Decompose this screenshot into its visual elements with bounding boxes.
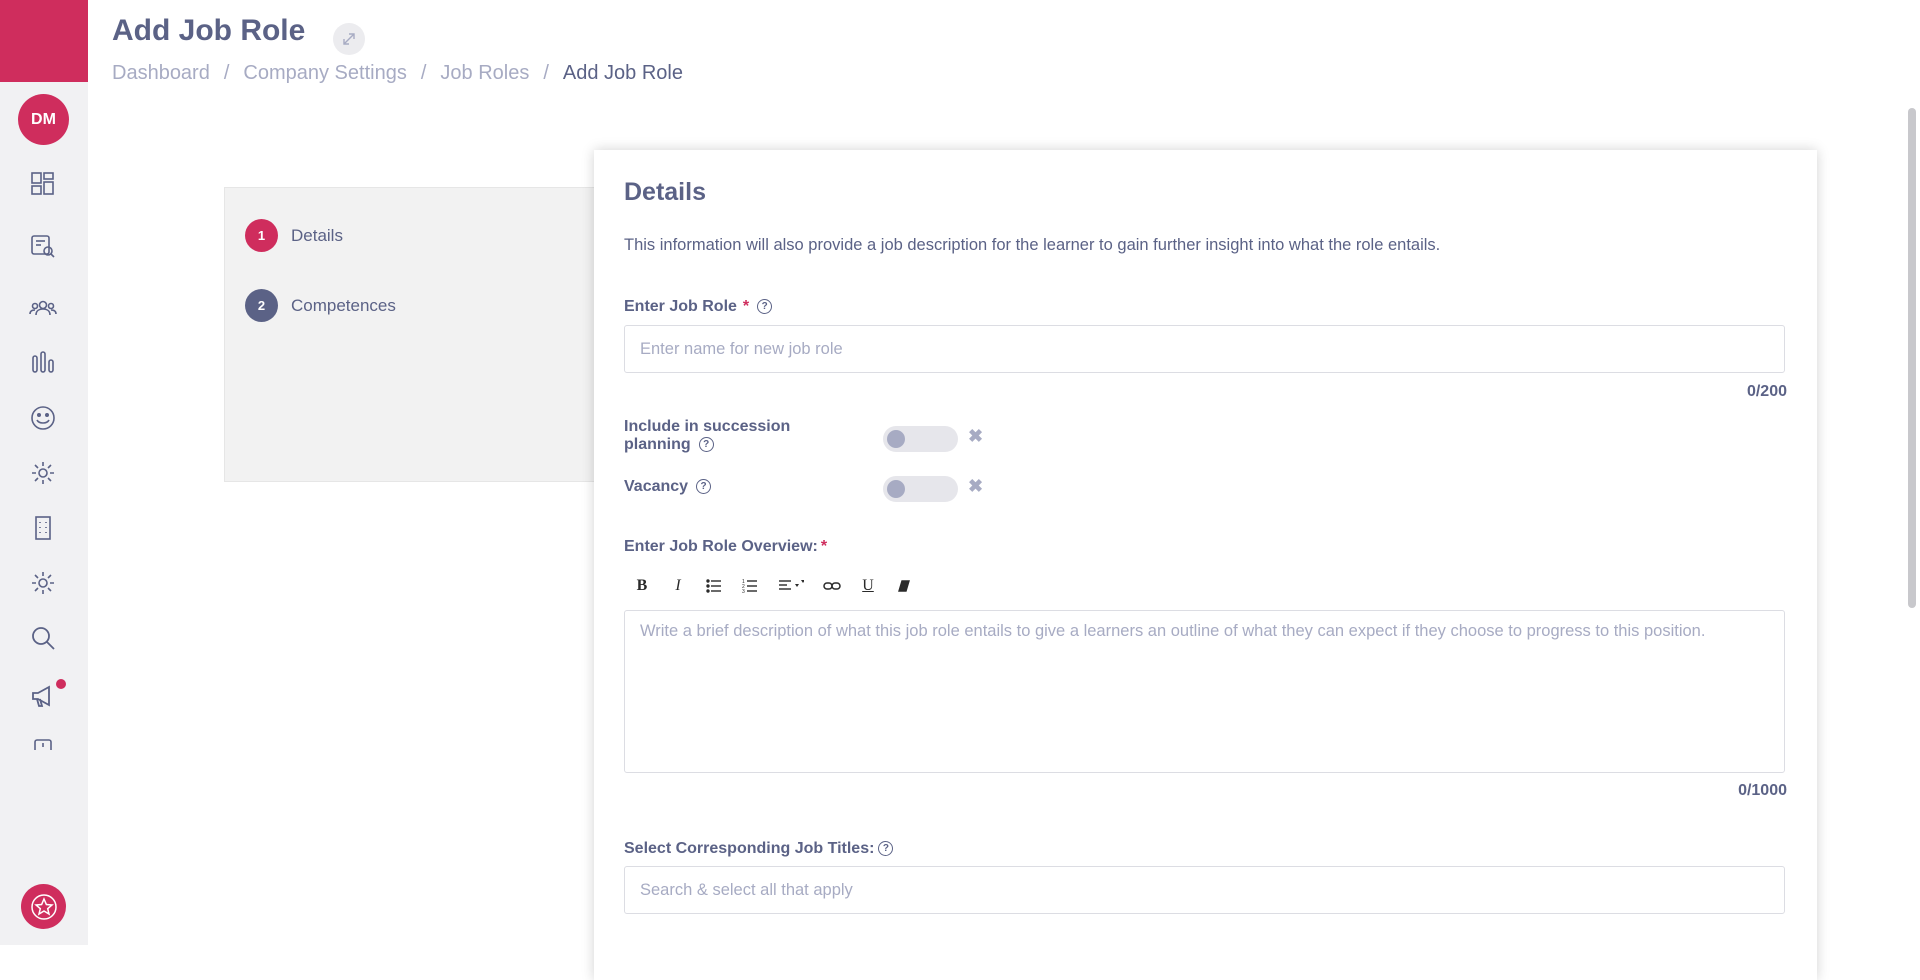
overview-label: Enter Job Role Overview: * (624, 538, 828, 555)
notification-dot (56, 679, 66, 689)
details-card: Details This information will also provi… (594, 150, 1817, 980)
star-badge-icon[interactable] (21, 884, 66, 929)
card-description: This information will also provide a job… (624, 236, 1441, 254)
breadcrumb-company-settings[interactable]: Company Settings (243, 62, 406, 85)
brand-logo[interactable] (0, 0, 88, 82)
job-titles-label: Select Corresponding Job Titles:? (624, 840, 894, 858)
breadcrumb-dashboard[interactable]: Dashboard (112, 62, 210, 85)
overview-counter: 0/1000 (1738, 782, 1787, 799)
step-number: 2 (245, 289, 278, 322)
align-dropdown-icon[interactable] (768, 571, 814, 601)
bullet-list-icon[interactable] (696, 571, 732, 601)
building-icon[interactable] (28, 513, 58, 543)
help-icon[interactable]: ? (698, 437, 714, 453)
search-icon[interactable] (28, 623, 58, 653)
breadcrumb-current: Add Job Role (562, 62, 683, 84)
underline-icon[interactable]: U (850, 571, 886, 601)
page-scrollbar[interactable] (1908, 108, 1916, 608)
step-number: 1 (245, 219, 278, 252)
clear-format-icon[interactable] (886, 571, 922, 601)
breadcrumb-job-roles[interactable]: Job Roles (440, 62, 529, 85)
vacancy-label: Vacancy? (624, 478, 712, 496)
chat-icon[interactable] (28, 734, 58, 750)
numbered-list-icon[interactable]: 123 (732, 571, 768, 601)
steps-panel: 1 Details 2 Competences (224, 187, 596, 482)
succession-label: Include in succession planning? (624, 418, 791, 453)
link-icon[interactable] (814, 571, 850, 601)
step-details[interactable]: 1 Details (245, 219, 343, 252)
megaphone-icon[interactable] (28, 681, 58, 711)
gear-icon[interactable] (28, 458, 58, 488)
avatar[interactable]: DM (18, 94, 69, 145)
people-icon[interactable] (28, 293, 58, 323)
succession-toggle[interactable] (883, 426, 958, 452)
help-icon[interactable]: ? (878, 841, 894, 857)
dashboard-icon[interactable] (28, 169, 58, 199)
search-document-icon[interactable] (28, 231, 58, 261)
svg-text:3: 3 (742, 589, 745, 593)
breadcrumb-separator: / (543, 62, 549, 84)
smiley-icon[interactable] (28, 403, 58, 433)
settings-gear-icon[interactable] (28, 568, 58, 598)
overview-editor[interactable]: Write a brief description of what this j… (624, 610, 1785, 773)
step-label: Competences (291, 295, 396, 315)
job-titles-search-input[interactable] (624, 866, 1785, 914)
card-title: Details (624, 178, 706, 206)
help-icon[interactable]: ? (757, 299, 773, 315)
editor-toolbar: B I 123 U (624, 571, 922, 601)
breadcrumb: Dashboard / Company Settings / Job Roles… (112, 62, 683, 85)
expand-icon[interactable] (333, 23, 365, 55)
italic-icon[interactable]: I (660, 571, 696, 601)
job-role-input[interactable] (624, 325, 1785, 373)
vacancy-close-icon[interactable]: ✖ (968, 476, 983, 497)
job-role-counter: 0/200 (1746, 383, 1787, 400)
bold-icon[interactable]: B (624, 571, 660, 601)
step-label: Details (291, 225, 343, 245)
succession-close-icon[interactable]: ✖ (968, 426, 983, 447)
bar-chart-icon[interactable] (28, 347, 58, 377)
help-icon[interactable]: ? (696, 479, 712, 495)
breadcrumb-separator: / (223, 62, 230, 84)
sidebar: DM (0, 0, 88, 945)
page-title: Add Job Role (112, 14, 306, 47)
job-role-label: Enter Job Role *? (624, 298, 773, 316)
step-competences[interactable]: 2 Competences (245, 289, 396, 322)
vacancy-toggle[interactable] (883, 476, 958, 502)
breadcrumb-separator: / (420, 62, 427, 84)
